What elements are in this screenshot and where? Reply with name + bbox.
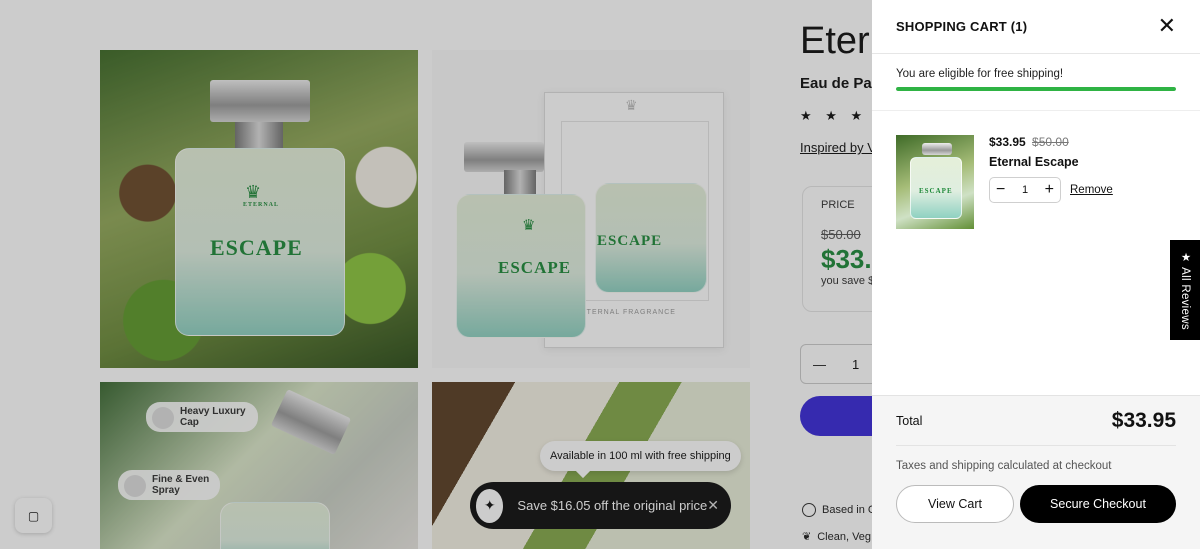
cart-item-info: $33.95 $50.00 Eternal Escape − 1 + Remov… [989,135,1113,395]
cart-item: ESCAPE $33.95 $50.00 Eternal Escape − 1 … [872,111,1200,395]
tax-note: Taxes and shipping calculated at checkou… [896,460,1112,473]
cart-item-name[interactable]: Eternal Escape [989,155,1113,169]
all-reviews-tab[interactable]: ★ All Reviews [1170,240,1200,340]
shipping-progress-fill [896,86,1176,91]
minus-icon[interactable]: − [996,181,1005,198]
cart-footer: Total $33.95 Taxes and shipping calculat… [872,395,1200,549]
shipping-progress-bar [896,86,1176,91]
cart-header: SHOPPING CART (1) ✕ [872,0,1200,54]
close-icon[interactable]: ✕ [1158,15,1176,37]
bottle-cap [922,142,952,155]
bottle-brand: ESCAPE [919,186,953,195]
quantity-value[interactable]: 1 [1022,184,1028,196]
quantity-stepper[interactable]: − 1 + [989,176,1061,203]
secure-checkout-button[interactable]: Secure Checkout [1020,485,1176,524]
cart-actions: View Cart Secure Checkout [896,485,1176,524]
cart-title: SHOPPING CART (1) [896,18,1028,34]
remove-item-link[interactable]: Remove [1070,184,1113,196]
cart-total-row: Total $33.95 [896,396,1176,447]
view-cart-button[interactable]: View Cart [896,485,1014,524]
cart-item-thumbnail[interactable]: ESCAPE [896,134,974,229]
shipping-progress: You are eligible for free shipping! [872,54,1200,111]
cart-drawer: SHOPPING CART (1) ✕ You are eligible for… [872,0,1200,549]
cart-item-qty-row: − 1 + Remove [989,176,1113,203]
drawer-backdrop[interactable] [0,0,872,549]
cart-item-compare-price: $50.00 [1032,134,1069,149]
plus-icon[interactable]: + [1045,181,1054,198]
total-value: $33.95 [1111,408,1176,432]
total-label: Total [896,413,923,428]
cart-item-price: $33.95 [989,134,1026,149]
shipping-message: You are eligible for free shipping! [896,67,1064,80]
all-reviews-label: ★ All Reviews [1179,250,1191,330]
cart-item-prices: $33.95 $50.00 [989,135,1113,149]
